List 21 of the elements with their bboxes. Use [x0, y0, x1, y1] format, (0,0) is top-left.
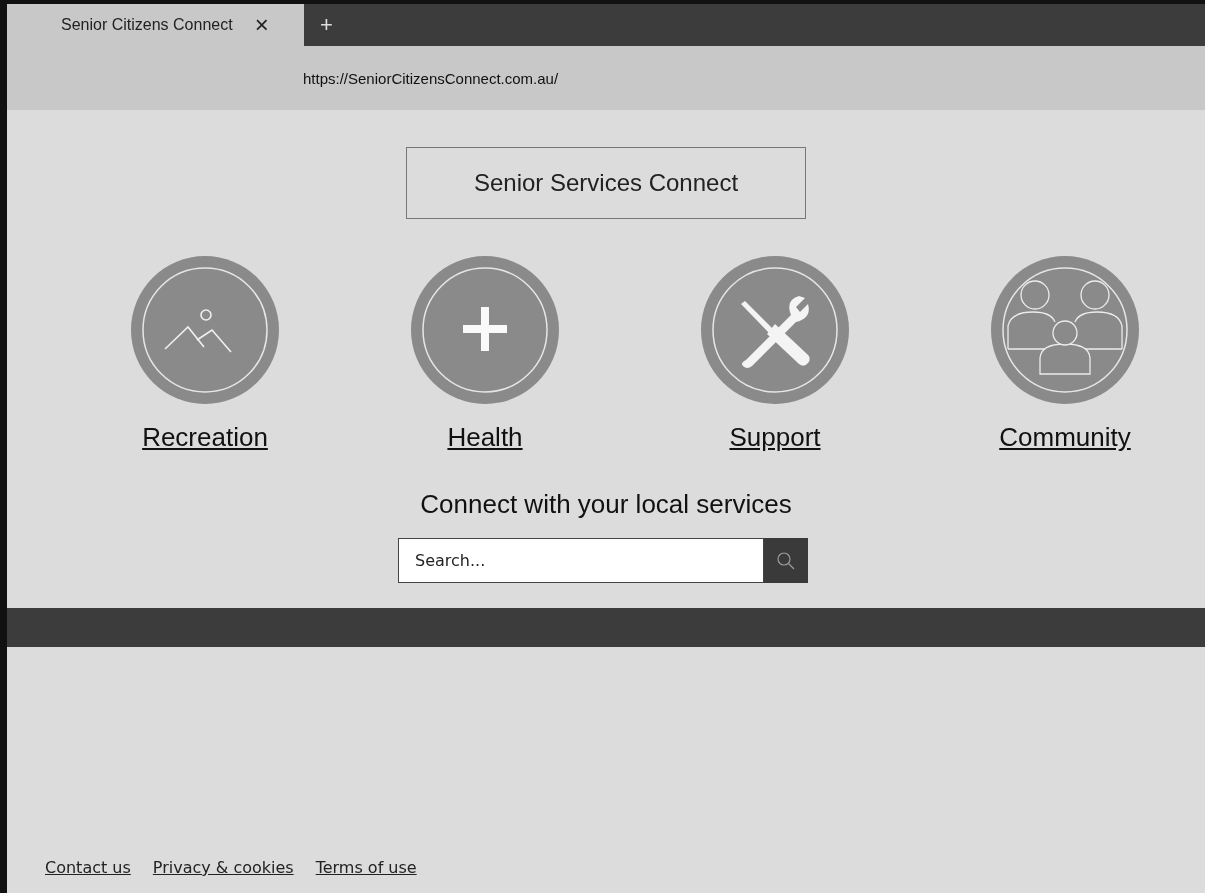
tab-title: Senior Citizens Connect: [61, 16, 233, 34]
new-tab-button[interactable]: +: [312, 12, 341, 38]
footer-link[interactable]: Contact us: [45, 858, 131, 877]
category-link[interactable]: Community: [999, 422, 1131, 453]
url-text[interactable]: https://SeniorCitizensConnect.com.au/: [303, 69, 559, 87]
footer-link[interactable]: Terms of use: [315, 858, 417, 877]
category-link[interactable]: Health: [447, 422, 523, 453]
wrench-screwdriver-icon[interactable]: [701, 256, 849, 404]
close-tab-button[interactable]: ×: [250, 13, 273, 37]
search-icon: [776, 550, 796, 571]
plus-icon[interactable]: [411, 256, 559, 404]
site-title: Senior Services Connect: [406, 147, 806, 219]
section-heading: Connect with your local services: [420, 489, 792, 520]
category-link[interactable]: Recreation: [142, 422, 268, 453]
category-link[interactable]: Support: [729, 422, 821, 453]
mountains-icon[interactable]: [131, 256, 279, 404]
footer-link[interactable]: Privacy & cookies: [152, 858, 294, 877]
people-icon[interactable]: [991, 256, 1139, 404]
search-button[interactable]: [764, 538, 808, 583]
search-field[interactable]: Search...: [398, 538, 764, 583]
browser-tab[interactable]: Senior Citizens Connect ×: [7, 4, 304, 46]
